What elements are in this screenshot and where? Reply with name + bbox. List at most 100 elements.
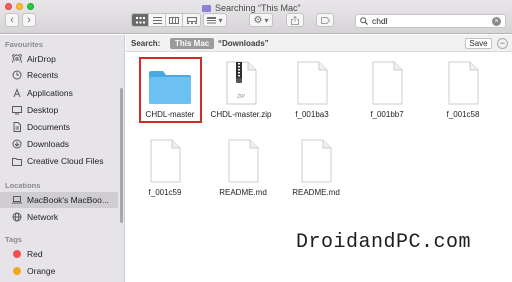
toolbar: Searching “This Mac” ‹ › ▾ ⚙ ▾ chdl × xyxy=(0,0,512,34)
sidebar-item-label: Network xyxy=(27,212,59,222)
folder-icon xyxy=(12,156,22,166)
file-item-f-001c58[interactable]: f_001c58 xyxy=(426,61,500,119)
view-mode-selector xyxy=(131,13,201,27)
sidebar-item-documents[interactable]: Documents xyxy=(0,119,118,135)
documents-icon xyxy=(12,122,22,132)
sidebar-item-label: Red xyxy=(27,249,43,259)
minimize-window-button[interactable] xyxy=(16,3,23,10)
document-icon xyxy=(446,61,480,105)
gallery-icon xyxy=(186,16,197,24)
save-search-button[interactable]: Save xyxy=(465,38,492,49)
sidebar-item-airdrop[interactable]: AirDrop xyxy=(0,51,118,67)
tag-icon xyxy=(320,16,330,24)
gallery-view-button[interactable] xyxy=(183,14,200,26)
chevron-left-icon: ‹ xyxy=(10,13,14,26)
scope-downloads-button[interactable]: “Downloads” xyxy=(218,39,269,48)
maximize-window-button[interactable] xyxy=(27,3,34,10)
clear-search-button[interactable]: × xyxy=(492,17,501,26)
scope-label: Search: xyxy=(131,39,161,48)
document-icon xyxy=(370,61,404,105)
file-name: f_001c58 xyxy=(446,110,480,119)
sidebar-item-label: Documents xyxy=(27,122,70,132)
column-view-button[interactable] xyxy=(166,14,183,26)
favourites-heading: Favourites xyxy=(5,40,43,49)
sidebar-item-label: Recents xyxy=(27,70,59,80)
search-field[interactable]: × xyxy=(355,14,506,28)
file-name: f_001bb7 xyxy=(370,110,404,119)
watermark-text: DroidandPC.com xyxy=(296,231,472,254)
action-menu-button[interactable]: ⚙ ▾ xyxy=(249,13,273,27)
close-window-button[interactable] xyxy=(5,3,12,10)
sidebar-item-label: MacBook's MacBoo... xyxy=(27,195,109,205)
file-browser: CHDL-master CHDL-master.zip ZIP f_001ba3… xyxy=(126,53,512,282)
sidebar-item-desktop[interactable]: Desktop xyxy=(0,102,118,118)
sidebar-item-applications[interactable]: Applications xyxy=(0,85,118,101)
chevron-down-icon: ▾ xyxy=(264,15,269,25)
icon-view-button[interactable] xyxy=(132,14,149,26)
remove-criteria-button[interactable]: − xyxy=(497,38,508,49)
file-item-f-001bb7[interactable]: f_001bb7 xyxy=(350,61,424,119)
columns-icon xyxy=(169,16,179,24)
sidebar-item-downloads[interactable]: Downloads xyxy=(0,136,118,152)
file-name: CHDL-master.zip xyxy=(210,110,272,119)
chevron-down-icon: ▾ xyxy=(218,15,223,25)
sidebar-item-macbook[interactable]: MacBook's MacBoo... xyxy=(0,192,118,208)
tags-button[interactable] xyxy=(316,13,334,27)
grid-icon xyxy=(135,16,145,23)
search-icon xyxy=(360,17,368,25)
tags-heading: Tags xyxy=(5,235,22,244)
sidebar-item-label: Desktop xyxy=(27,105,59,115)
document-icon xyxy=(226,139,260,183)
recents-icon xyxy=(12,70,22,80)
sidebar-item-label: AirDrop xyxy=(27,54,56,64)
chevron-right-icon: › xyxy=(27,13,31,26)
red-tag-icon xyxy=(12,249,22,259)
document-icon xyxy=(148,139,182,183)
sidebar-item-label: Orange xyxy=(27,266,56,276)
forward-button[interactable]: › xyxy=(22,13,36,27)
zip-badge: ZIP xyxy=(237,94,245,100)
file-item-f-001c59[interactable]: f_001c59 xyxy=(128,139,202,197)
list-icon xyxy=(152,16,162,24)
network-icon xyxy=(12,212,22,222)
file-name: README.md xyxy=(292,188,340,197)
file-item-readme-md-2[interactable]: README.md xyxy=(279,139,353,197)
document-icon xyxy=(299,139,333,183)
downloads-icon xyxy=(12,139,22,149)
search-scope-bar: Search: This Mac “Downloads” Save − xyxy=(126,35,512,52)
group-icon xyxy=(207,16,217,23)
file-name: README.md xyxy=(219,188,267,197)
sidebar-item-label: Downloads xyxy=(27,139,70,149)
sidebar-item-tag-red[interactable]: Red xyxy=(0,246,118,262)
selection-highlight xyxy=(139,57,202,123)
file-name: f_001c59 xyxy=(148,188,182,197)
laptop-icon xyxy=(12,195,22,205)
sidebar-item-recents[interactable]: Recents xyxy=(0,67,118,83)
sidebar-item-creative-cloud-files[interactable]: Creative Cloud Files xyxy=(0,153,118,169)
file-item-f-001ba3[interactable]: f_001ba3 xyxy=(275,61,349,119)
sidebar-item-label: Applications xyxy=(27,88,73,98)
sidebar-scrollbar[interactable] xyxy=(120,88,123,223)
desktop-icon xyxy=(12,105,22,115)
gear-icon: ⚙ xyxy=(253,14,263,26)
smart-folder-icon xyxy=(202,4,211,12)
file-item-readme-md[interactable]: README.md xyxy=(206,139,280,197)
close-icon: × xyxy=(494,18,499,25)
group-by-button[interactable]: ▾ xyxy=(203,13,227,27)
file-item-chdl-master-zip[interactable]: CHDL-master.zip ZIP xyxy=(204,61,278,119)
share-button[interactable] xyxy=(286,13,304,27)
sidebar: Favourites AirDrop Recents Applications … xyxy=(0,35,125,282)
minus-icon: − xyxy=(499,38,506,48)
orange-tag-icon xyxy=(12,266,22,276)
sidebar-item-label: Creative Cloud Files xyxy=(27,156,104,166)
sidebar-item-tag-orange[interactable]: Orange xyxy=(0,263,118,279)
locations-heading: Locations xyxy=(5,181,41,190)
sidebar-item-network[interactable]: Network xyxy=(0,209,118,225)
scope-this-mac-button[interactable]: This Mac xyxy=(170,38,215,49)
share-icon xyxy=(291,15,299,25)
back-button[interactable]: ‹ xyxy=(5,13,19,27)
list-view-button[interactable] xyxy=(149,14,166,26)
search-input[interactable] xyxy=(372,16,482,26)
file-name: f_001ba3 xyxy=(295,110,329,119)
airdrop-icon xyxy=(12,54,22,64)
